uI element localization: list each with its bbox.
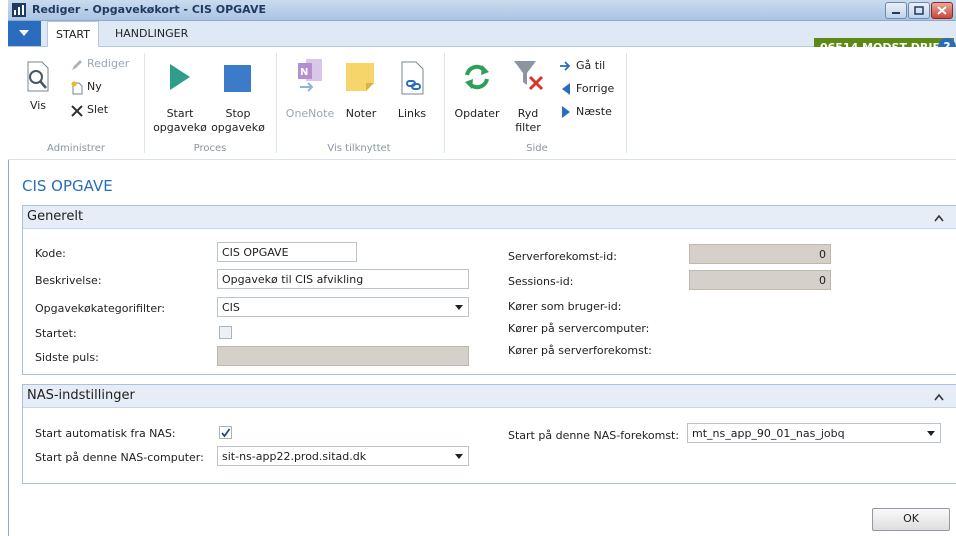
arrow-right-icon (560, 61, 571, 71)
nas-auto-label: Start automatisk fra NAS: (35, 427, 176, 440)
app-logo-icon (12, 3, 26, 17)
kode-label: Kode: (35, 247, 66, 260)
bruger-label: Kører som bruger-id: (508, 300, 622, 313)
delete-icon (71, 105, 83, 117)
nas-computer-value: sit-ns-app22.prod.sitad.dk (222, 450, 367, 463)
servercomputer-label: Kører på servercomputer: (508, 322, 650, 335)
section-title: NAS-indstillinger (27, 388, 135, 403)
dropdown-arrow-icon (927, 431, 935, 436)
serverforekomst-field: 0 (689, 244, 831, 264)
ryd-filter-button[interactable]: Ryd filter (506, 55, 550, 141)
generelt-header[interactable]: Generelt (23, 206, 956, 229)
tab-handlinger[interactable]: HANDLINGER (105, 21, 198, 46)
chevron-down-icon (19, 30, 29, 36)
kategori-label: Opgavekøkategorifilter: (35, 302, 166, 315)
sessions-field: 0 (689, 270, 831, 290)
nas-forekomst-label: Start på denne NAS-forekomst: (508, 429, 680, 442)
kode-field[interactable]: CIS OPGAVE (217, 242, 357, 262)
dropdown-arrow-icon (455, 454, 463, 459)
minimize-button[interactable] (885, 2, 907, 19)
kategori-select[interactable]: CIS (217, 297, 469, 317)
beskrivelse-label: Beskrivelse: (35, 274, 102, 287)
onenote-icon: N (298, 59, 322, 92)
group-label-proces: Proces (193, 143, 227, 154)
nas-computer-select[interactable]: sit-ns-app22.prod.sitad.dk (217, 446, 469, 466)
sidste-puls-field (217, 346, 469, 366)
close-button[interactable] (931, 2, 953, 19)
group-label-side: Side (526, 143, 548, 154)
stop-queue-button[interactable]: Stop opgavekø (210, 55, 266, 141)
opdater-button[interactable]: Opdater (452, 55, 502, 125)
view-icon (27, 61, 49, 92)
nas-forekomst-select[interactable]: mt_ns_app_90_01_nas_jobq (687, 423, 941, 443)
ribbon-separator (276, 53, 277, 153)
start-queue-button[interactable]: Start opgavekø (152, 55, 208, 141)
window-title: Rediger - Opgavekøkort - CIS OPGAVE (32, 3, 266, 16)
svg-text:N: N (300, 67, 308, 78)
ribbon: Vis Rediger Ny Slet Administrer Start op… (8, 47, 956, 160)
startet-label: Startet: (35, 327, 77, 340)
ribbon-separator (444, 53, 445, 153)
nas-computer-label: Start på denne NAS-computer: (35, 451, 204, 464)
chevron-up-icon[interactable] (934, 214, 944, 222)
serverforekomst-kører-label: Kører på serverforekomst: (508, 344, 652, 357)
onenote-button[interactable]: N OneNote (284, 55, 336, 125)
links-button[interactable]: Links (390, 55, 434, 125)
startet-checkbox (219, 326, 232, 339)
noter-button[interactable]: Noter (338, 55, 384, 125)
app-menu-button[interactable] (8, 21, 41, 46)
nas-auto-checkbox[interactable] (219, 426, 232, 439)
triangle-left-icon (562, 83, 570, 95)
group-label-administrer: Administrer (47, 143, 105, 154)
checkmark-icon (221, 428, 231, 438)
serverforekomst-label: Serverforekomst-id: (508, 250, 617, 263)
refresh-icon (465, 64, 489, 90)
vis-button[interactable]: Vis (18, 55, 58, 125)
play-icon (170, 64, 190, 90)
stop-icon (224, 65, 251, 92)
triangle-right-icon (562, 106, 570, 118)
title-bar[interactable]: Rediger - Opgavekøkort - CIS OPGAVE (8, 0, 956, 21)
note-icon (346, 63, 374, 91)
beskrivelse-field[interactable]: Opgavekø til CIS afvikling (217, 269, 469, 289)
nas-forekomst-value: mt_ns_app_90_01_nas_jobq (692, 427, 845, 440)
maximize-button[interactable] (908, 2, 930, 19)
kategori-value: CIS (222, 301, 240, 314)
link-icon (401, 61, 424, 95)
clear-filter-icon (514, 61, 544, 91)
nas-header[interactable]: NAS-indstillinger (23, 385, 956, 408)
tab-start[interactable]: START (47, 21, 99, 47)
sessions-label: Sessions-id: (508, 275, 574, 288)
ok-button[interactable]: OK (872, 508, 950, 531)
dropdown-arrow-icon (455, 305, 463, 310)
pencil-icon (72, 60, 82, 70)
new-document-icon (71, 81, 83, 95)
page-title: CIS OPGAVE (22, 177, 113, 195)
ribbon-separator (626, 53, 627, 153)
nas-section: NAS-indstillinger Start automatisk fra N… (22, 384, 956, 484)
generelt-section: Generelt Kode: CIS OPGAVE Beskrivelse: O… (22, 205, 956, 375)
chevron-up-icon[interactable] (934, 393, 944, 401)
sidste-puls-label: Sidste puls: (35, 351, 99, 364)
group-label-vis-tilknyttet: Vis tilknyttet (327, 143, 391, 154)
ribbon-separator (144, 53, 145, 153)
section-title: Generelt (27, 209, 84, 224)
